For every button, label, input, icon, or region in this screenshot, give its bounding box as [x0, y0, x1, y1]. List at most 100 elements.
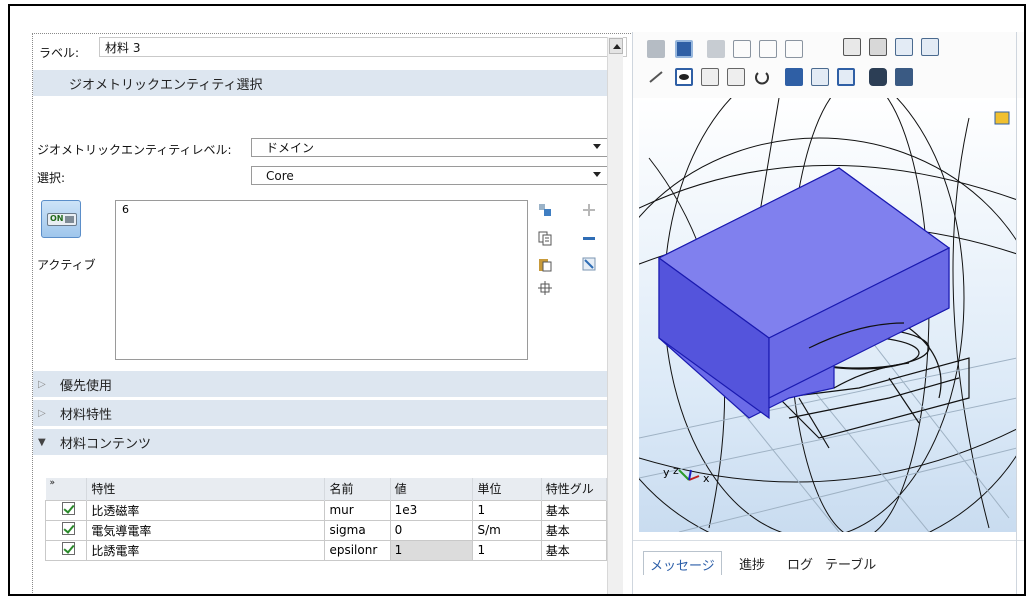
label-row: ラベル:	[39, 42, 79, 62]
info-icon	[994, 111, 1010, 125]
graphics-toolbar	[633, 32, 1024, 98]
camera-icon[interactable]	[869, 68, 887, 86]
copy-selection-icon[interactable]	[537, 230, 553, 246]
entity-level-value: ドメイン	[266, 141, 315, 155]
label-caption: ラベル:	[39, 45, 80, 60]
unit-cell: 1	[472, 499, 542, 521]
select-tool-icon[interactable]	[921, 38, 939, 56]
capture-icon[interactable]	[843, 38, 861, 56]
header-marker[interactable]: »	[45, 478, 88, 500]
wireframe-icon[interactable]	[675, 40, 693, 58]
geometry-render: y z x	[639, 98, 1017, 532]
tab-progress[interactable]: 進捗	[733, 551, 771, 575]
list-item[interactable]: 6	[122, 203, 521, 216]
active-toggle-button[interactable]: ON	[41, 200, 81, 238]
tab-messages[interactable]: メッセージ	[643, 551, 722, 575]
render-mode-icon[interactable]	[647, 40, 665, 58]
tab-log[interactable]: ログ	[781, 551, 819, 575]
axis-label: y	[663, 466, 670, 479]
checkmark-icon	[61, 502, 75, 515]
eye-icon[interactable]	[675, 68, 693, 86]
column-header[interactable]: 名前	[324, 478, 391, 500]
material-settings-panel: ラベル: ジオメトリックエンティティ選択 ジオメトリックエンティティレベル: ド…	[32, 33, 633, 594]
checkmark-icon	[61, 542, 75, 555]
active-label: アクティブ	[37, 258, 96, 272]
row-checkbox[interactable]	[44, 499, 88, 521]
toggle-switch-icon: ON	[47, 213, 77, 226]
print-view-icon[interactable]	[869, 38, 887, 56]
hide-icon[interactable]	[647, 68, 665, 86]
frame-view-icon[interactable]	[759, 40, 777, 58]
geometric-entity-section-title: ジオメトリックエンティティ選択	[69, 77, 263, 93]
messages-tab-bar: メッセージ 進捗 ログ テーブル	[633, 540, 1024, 594]
box-view-icon[interactable]	[733, 40, 751, 58]
name-cell: mur	[324, 499, 391, 521]
clipboard-icon[interactable]	[537, 256, 553, 272]
table-row[interactable]: 比誘電率 epsilonr 1 1 基本	[44, 539, 608, 561]
value-cell[interactable]: 0	[389, 519, 474, 541]
entity-level-caption: ジオメトリックエンティティレベル:	[37, 143, 232, 157]
unit-cell: 1	[472, 539, 542, 561]
zoom-selection-icon[interactable]	[537, 280, 553, 296]
section-material-properties[interactable]: ▷ 材料特性	[33, 400, 608, 426]
axis-label: z	[673, 464, 679, 477]
geometric-entity-section-header: ジオメトリックエンティティ選択	[33, 70, 608, 96]
chevron-down-icon	[593, 172, 601, 177]
property-cell: 比誘電率	[86, 539, 326, 561]
value-cell[interactable]: 1	[389, 539, 474, 561]
selection-list[interactable]: 6	[115, 200, 528, 360]
transparency-icon[interactable]	[707, 40, 725, 58]
selection-select[interactable]: Core	[251, 166, 608, 185]
column-header[interactable]: 値	[390, 478, 474, 500]
add-icon[interactable]	[581, 202, 597, 218]
chevron-right-icon: ▷	[38, 407, 46, 419]
chevron-down-icon	[593, 144, 601, 149]
row-checkbox[interactable]	[44, 539, 88, 561]
column-header[interactable]: 特性	[86, 478, 326, 500]
chevron-right-icon: ▷	[38, 378, 46, 390]
section-view-icon[interactable]	[701, 68, 719, 86]
app-window: ラベル: ジオメトリックエンティティ選択 ジオメトリックエンティティレベル: ド…	[8, 4, 1026, 596]
axis-label: x	[703, 472, 710, 485]
perspective-icon[interactable]	[811, 68, 829, 86]
entity-level-select[interactable]: ドメイン	[251, 138, 608, 157]
table-row[interactable]: 電気導電率 sigma 0 S/m 基本	[44, 519, 608, 541]
name-cell: sigma	[324, 519, 391, 541]
section-title: 材料特性	[60, 407, 113, 423]
group-cell: 基本	[540, 519, 608, 541]
paste-selection-icon[interactable]	[537, 202, 553, 218]
section-priority[interactable]: ▷ 優先使用	[33, 371, 608, 397]
table-header-row: » 特性 名前 値 単位 特性グル	[45, 478, 608, 500]
selection-value: Core	[266, 168, 294, 183]
group-cell: 基本	[540, 499, 608, 521]
reset-view-icon[interactable]	[753, 68, 771, 86]
value-cell[interactable]: 1e3	[389, 499, 474, 521]
scene-icon[interactable]	[837, 68, 855, 86]
light-icon[interactable]	[785, 68, 803, 86]
tab-table[interactable]: テーブル	[819, 551, 882, 575]
chevron-down-icon: ▼	[38, 436, 46, 448]
scroll-up-button[interactable]	[609, 38, 623, 54]
name-cell: epsilonr	[324, 539, 391, 561]
zoom-box-icon[interactable]	[895, 38, 913, 56]
section-material-contents[interactable]: ▼ 材料コンテンツ	[33, 429, 608, 455]
graphics-viewport[interactable]: y z x	[639, 98, 1017, 532]
group-cell: 基本	[540, 539, 608, 561]
row-checkbox[interactable]	[44, 519, 88, 541]
property-cell: 比透磁率	[86, 499, 326, 521]
slice-icon[interactable]	[785, 40, 803, 58]
section-title: 優先使用	[60, 378, 113, 394]
printer-icon[interactable]	[895, 68, 913, 86]
column-header[interactable]: 特性グル	[541, 478, 608, 500]
checkmark-icon	[61, 522, 75, 535]
clear-selection-icon[interactable]	[581, 256, 597, 272]
vertical-scrollbar[interactable]	[607, 37, 623, 594]
table-row[interactable]: 比透磁率 mur 1e3 1 基本	[44, 499, 608, 521]
label-input[interactable]	[99, 37, 627, 57]
column-header[interactable]: 単位	[472, 478, 542, 500]
grid-view-icon[interactable]	[727, 68, 745, 86]
selection-caption: 選択:	[37, 171, 66, 185]
toggle-state-text: ON	[50, 214, 64, 223]
graphics-panel: y z x メッセージ 進捗 ログ テーブル	[632, 32, 1024, 594]
remove-icon[interactable]	[581, 230, 597, 246]
